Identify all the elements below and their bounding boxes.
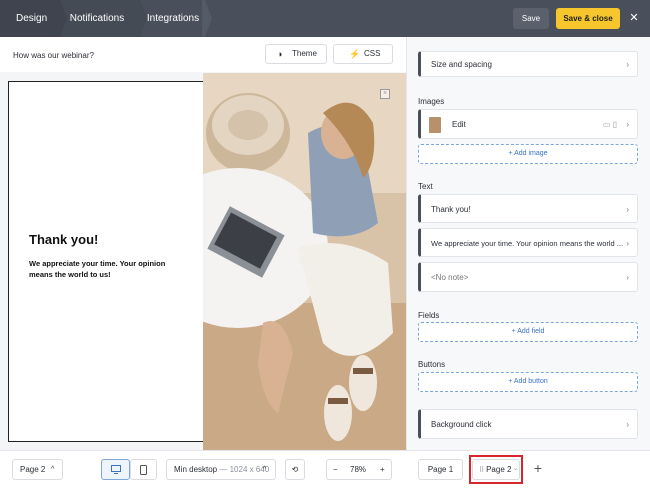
- add-field-button[interactable]: + Add field: [418, 322, 638, 342]
- text-item-body[interactable]: We appreciate your time. Your opinion me…: [418, 228, 638, 257]
- chevron-up-icon: ^: [51, 466, 55, 473]
- tab-separator-icon: [202, 0, 212, 37]
- tab-separator-icon: [137, 0, 147, 37]
- tab-integrations-label: Integrations: [146, 13, 200, 24]
- images-header: Images: [418, 97, 445, 106]
- zoom-control: − 78% +: [326, 459, 392, 480]
- close-icon[interactable]: ✕: [628, 10, 640, 26]
- screen-size-label: Min desktop: [174, 465, 218, 474]
- chevron-up-icon: ^: [263, 466, 267, 473]
- chevron-right-icon: ›: [626, 239, 629, 248]
- bottom-bar: [0, 450, 650, 488]
- mobile-view-button[interactable]: [130, 459, 157, 480]
- screen-size-select[interactable]: Min desktop — 1024 x 640 ^: [166, 459, 276, 480]
- page-select[interactable]: Page 2 ^: [12, 459, 63, 480]
- popup-image[interactable]: [203, 73, 406, 450]
- tab-integrations[interactable]: Integrations: [137, 0, 209, 37]
- popup-body-text[interactable]: We appreciate your time. Your opinion me…: [29, 258, 179, 280]
- size-spacing-label: Size and spacing: [431, 60, 492, 69]
- page-select-value: Page 2: [20, 465, 46, 474]
- text-item-heading[interactable]: Thank you! ›: [418, 194, 638, 223]
- device-icons[interactable]: ▭ ▯: [603, 110, 617, 140]
- image-edit-label: Edit: [452, 120, 466, 129]
- tab-notifications-label: Notifications: [69, 13, 125, 24]
- chevron-right-icon: ›: [626, 120, 629, 129]
- tab-design-label: Design: [16, 13, 48, 24]
- theme-button[interactable]: ◑ Theme: [265, 44, 327, 64]
- css-button-label: CSS: [364, 49, 381, 58]
- tab-notifications[interactable]: Notifications: [57, 0, 137, 37]
- woman-with-laptop-photo: [203, 73, 406, 450]
- page-tab-1[interactable]: Page 1: [418, 459, 463, 480]
- add-image-button[interactable]: + Add image: [418, 144, 638, 164]
- size-spacing-row[interactable]: Size and spacing ›: [418, 51, 638, 77]
- theme-button-label: Theme: [292, 49, 317, 58]
- lightning-icon: ⚡: [349, 49, 361, 59]
- image-item[interactable]: Edit ▭ ▯ ›: [418, 109, 638, 139]
- text-item-label: <No note>: [431, 273, 469, 282]
- buttons-header: Buttons: [418, 360, 446, 369]
- tab-design[interactable]: Design: [0, 0, 57, 37]
- desktop-view-button[interactable]: [101, 459, 130, 480]
- mobile-icon: [140, 464, 147, 475]
- chevron-right-icon: ›: [626, 60, 629, 69]
- background-click-label: Background click: [431, 420, 492, 429]
- popup-close-icon[interactable]: ×: [380, 89, 390, 99]
- screen-size-value: — 1024 x 640: [219, 465, 270, 474]
- zoom-value: 78%: [350, 465, 367, 474]
- chevron-right-icon: ›: [626, 205, 629, 214]
- theme-icon: ◑: [277, 49, 283, 59]
- save-button[interactable]: Save: [513, 8, 549, 29]
- rotate-icon[interactable]: ⟲: [285, 459, 305, 480]
- page-tab-label: Page 1: [427, 465, 454, 474]
- background-click-row[interactable]: Background click ›: [418, 409, 638, 439]
- desktop-icon: [110, 465, 121, 475]
- top-bar: Design Notifications Integrations Save S…: [0, 0, 650, 37]
- tab-separator-icon: [57, 0, 67, 37]
- text-item-label: We appreciate your time. Your opinion me…: [431, 239, 624, 248]
- chevron-right-icon: ›: [626, 420, 629, 429]
- css-button[interactable]: ⚡ CSS: [333, 44, 393, 64]
- save-and-close-button[interactable]: Save & close: [556, 8, 620, 29]
- text-item-note[interactable]: <No note> ›: [418, 262, 638, 292]
- add-page-button[interactable]: +: [529, 459, 547, 480]
- text-item-label: Thank you!: [431, 205, 471, 214]
- chevron-right-icon: ›: [626, 273, 629, 282]
- popup-heading[interactable]: Thank you!: [29, 232, 98, 247]
- zoom-in-button[interactable]: +: [380, 460, 385, 479]
- text-header: Text: [418, 182, 433, 191]
- form-title: How was our webinar?: [13, 51, 94, 60]
- add-button-button[interactable]: + Add button: [418, 372, 638, 392]
- fields-header: Fields: [418, 311, 440, 320]
- zoom-out-button[interactable]: −: [333, 460, 338, 479]
- highlight-box: [469, 455, 523, 484]
- image-thumbnail: [429, 117, 441, 133]
